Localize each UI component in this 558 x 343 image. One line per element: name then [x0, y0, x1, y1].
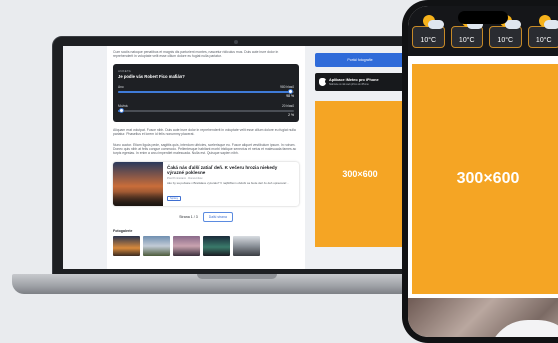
page-indicator: Strana 1 / 3 [179, 214, 198, 219]
phone-mockup: 10°C 10°C 10°C 10°C 300×600 [402, 0, 558, 343]
weather-temp: 10°C [497, 37, 514, 44]
gallery-thumbnail[interactable] [143, 235, 170, 256]
poll-widget: ANKETA Je podle vás Robert Fico mafián? … [113, 63, 299, 122]
apple-icon [319, 78, 327, 86]
article-image[interactable] [113, 161, 163, 206]
ad-placeholder[interactable]: 300×600 [412, 64, 558, 294]
poll-option-label: Možná [118, 103, 128, 108]
poll-radio[interactable] [119, 107, 125, 113]
poll-option-votes: 980 hlasů [280, 84, 294, 89]
weather-temp: 10°C [535, 37, 552, 44]
weather-tile[interactable]: 10°C [412, 15, 445, 48]
poll-radio[interactable] [287, 88, 293, 94]
app-promo[interactable]: Aplikace iMeteo pro iPhone Stáhněte si n… [315, 73, 405, 91]
sun-cloud-icon [423, 15, 445, 31]
sidebar: Portál fotografie Aplikace iMeteo pro iP… [315, 46, 405, 269]
ad-placeholder[interactable]: 300×600 [315, 101, 405, 247]
poll-option-label: Ano [118, 84, 124, 89]
poll-option-percent: 98 % [286, 93, 294, 98]
intro-text: Cum sociis natoque penatibus et magnis d… [113, 50, 279, 59]
poll-option[interactable]: Ano 980 hlasů 98 % [118, 85, 294, 98]
app-promo-subtitle: Stáhněte si náš web přímo do iPhonu [329, 83, 369, 86]
dynamic-island [458, 11, 508, 24]
portal-button[interactable]: Portál fotografie [315, 53, 405, 67]
weather-tile[interactable]: 10°C [527, 15, 558, 48]
paragraph: Nunc auctor. Etiam ligula pede, sagittis… [113, 142, 297, 156]
paragraph: Aliquam erat volutpat. Fusce nibh. Duis … [113, 127, 296, 137]
phone-screen: 10°C 10°C 10°C 10°C 300×600 [408, 6, 558, 337]
gallery-thumbnail[interactable] [113, 235, 140, 256]
poll-option-percent: 2 % [288, 112, 294, 117]
poll-question: Je podle vás Robert Fico mafián? [118, 73, 185, 79]
gallery-thumbnail[interactable] [173, 235, 200, 256]
weather-temp: 10°C [458, 37, 475, 44]
photo-gallery [113, 235, 299, 256]
article-column: Cum sociis natoque penatibus et magnis d… [107, 46, 305, 269]
poll-option[interactable]: Možná 20 hlasů 2 % [118, 104, 294, 117]
article-meta: Pred 8 minútami · Domovníkov [167, 177, 203, 181]
photo-preview[interactable] [408, 298, 558, 337]
next-page-button[interactable]: Další strana [202, 211, 233, 222]
article-excerpt: Ako by sa počasie v Bratislave vyzeralo?… [167, 181, 289, 186]
weather-tile[interactable]: 10°C [450, 15, 483, 48]
article-title[interactable]: Čaká nás ďalší zatiaľ deň. K večeru hroz… [167, 165, 295, 175]
poll-bar-fill [118, 90, 291, 93]
weather-tile[interactable]: 10°C [489, 15, 522, 48]
article-card[interactable]: Čaká nás ďalší zatiaľ deň. K večeru hroz… [113, 161, 299, 206]
sun-cloud-icon [538, 15, 558, 31]
poll-bar [118, 88, 294, 94]
gallery-thumbnail[interactable] [203, 235, 230, 256]
laptop-lid: Cum sociis natoque penatibus et magnis d… [52, 36, 419, 276]
poll-tag: ANKETA [118, 68, 131, 73]
laptop-mockup: Cum sociis natoque penatibus et magnis d… [12, 36, 462, 298]
gallery-thumbnail[interactable] [233, 235, 260, 256]
article-tag[interactable]: Správy [167, 195, 182, 201]
app-promo-title: Aplikace iMeteo pro iPhone [329, 78, 379, 82]
laptop-notch [197, 274, 277, 279]
camera-icon [233, 40, 238, 44]
weather-temp: 10°C [420, 37, 437, 44]
poll-bar [118, 107, 294, 113]
pagination: Strana 1 / 3 Další strana [113, 211, 299, 222]
poll-option-votes: 20 hlasů [281, 103, 294, 108]
laptop-screen: Cum sociis natoque penatibus et magnis d… [63, 46, 408, 269]
gallery-title: Fotogalerie [113, 228, 133, 233]
